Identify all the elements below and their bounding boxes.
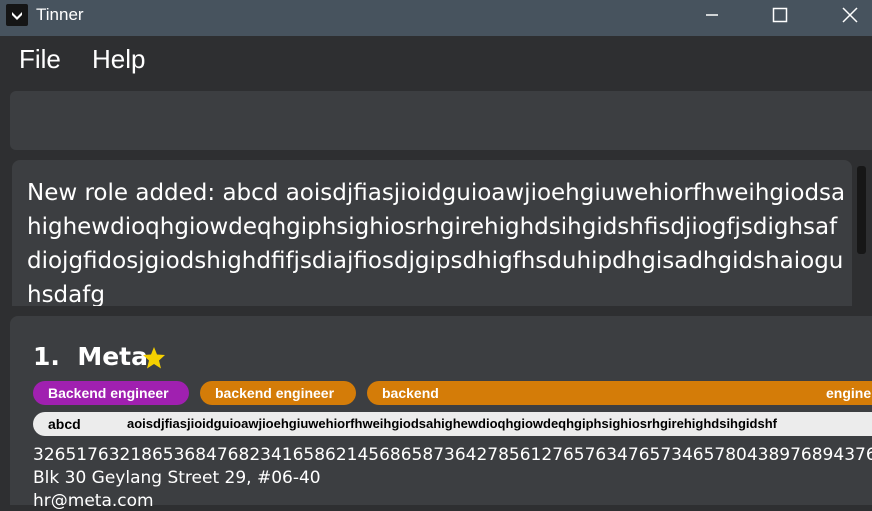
role-tag: backend engineer bbox=[200, 381, 356, 405]
company-address: Blk 30 Geylang Street 29, #06-40 bbox=[33, 468, 321, 488]
company-name: Meta bbox=[77, 342, 148, 371]
long-tag: abcd aoisdjfiasjioidguioawjioehgiuwehior… bbox=[33, 412, 872, 436]
result-display: New role added: abcd aoisdjfiasjioidguio… bbox=[12, 160, 852, 306]
maximize-button[interactable] bbox=[757, 0, 803, 30]
title-bar: Tinner bbox=[0, 0, 872, 36]
minimize-button[interactable] bbox=[689, 0, 735, 30]
close-icon bbox=[842, 7, 858, 23]
role-tag: backend engine bbox=[367, 381, 872, 405]
company-phone: 3265176321865368476823416586214568658736… bbox=[33, 445, 872, 465]
company-index: 1. bbox=[33, 342, 60, 371]
company-list-panel: 1. Meta Backend engineer backend enginee… bbox=[10, 316, 872, 511]
star-icon bbox=[143, 347, 165, 369]
result-message: New role added: abcd aoisdjfiasjioidguio… bbox=[27, 180, 846, 306]
maximize-icon bbox=[772, 7, 788, 23]
app-logo-icon bbox=[6, 4, 28, 26]
menu-file[interactable]: File bbox=[19, 44, 61, 75]
company-card-title[interactable]: 1. Meta bbox=[33, 342, 148, 371]
menu-bar: File Help bbox=[0, 36, 872, 84]
minimize-icon bbox=[706, 14, 718, 16]
command-input[interactable] bbox=[10, 91, 872, 150]
role-tag: Backend engineer bbox=[33, 381, 189, 405]
menu-help[interactable]: Help bbox=[92, 44, 145, 75]
company-email: hr@meta.com bbox=[33, 491, 154, 511]
result-scrollbar-thumb[interactable] bbox=[857, 166, 866, 254]
window-title: Tinner bbox=[36, 5, 84, 24]
close-button[interactable] bbox=[827, 0, 872, 30]
